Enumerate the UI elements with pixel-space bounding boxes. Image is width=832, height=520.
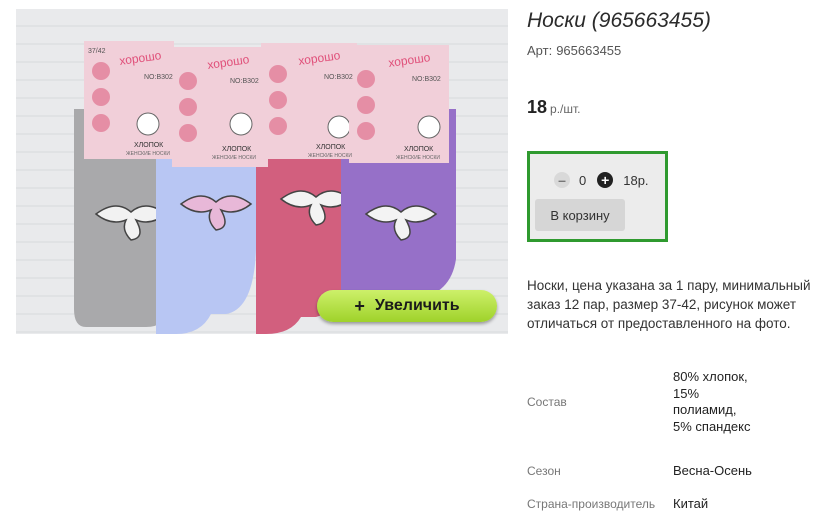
minus-icon[interactable]: – <box>554 172 570 188</box>
property-value: 80% хлопок, 15% полиамид, 5% спандекс <box>673 369 751 434</box>
property-value: Китай <box>673 495 709 511</box>
plus-icon[interactable]: + <box>597 172 614 188</box>
cart-box: – 0 + 18р. В корзину <box>527 151 668 242</box>
label-code-2: NO:B302 <box>230 78 259 85</box>
article-label: Арт: <box>527 43 553 58</box>
add-to-cart-button[interactable]: В корзину <box>535 199 625 231</box>
quantity-sum: 18р. <box>623 172 649 188</box>
property-row: Сезон Весна-Осень <box>527 452 753 490</box>
product-article: Арт: 965663455 <box>527 43 621 58</box>
product-title: Носки (965663455) <box>527 9 711 32</box>
zoom-button[interactable]: + Увеличить <box>317 290 497 322</box>
label-size-1: 37/42 <box>88 48 106 55</box>
label-fabric-2: ХЛОПОК <box>222 146 252 153</box>
property-key: Сезон <box>527 464 561 478</box>
label-code-3: NO:B302 <box>324 74 353 81</box>
label-fabric-4: ХЛОПОК <box>404 146 434 153</box>
quantity-value[interactable]: 0 <box>579 173 586 188</box>
property-key: Страна-производитель <box>527 497 656 511</box>
property-row: Страна-производитель Китай <box>527 490 753 518</box>
plus-icon: + <box>354 295 365 316</box>
product-price: 18 р./шт. <box>527 97 581 118</box>
properties-table: Состав 80% хлопок, 15% полиамид, 5% спан… <box>527 352 753 518</box>
label-code-1: NO:B302 <box>144 74 173 81</box>
price-value: 18 <box>527 97 548 117</box>
product-image[interactable]: хорошо хорошо хорошо хорошо 37/42 NO:B30… <box>16 9 508 334</box>
label-fabric-3: ХЛОПОК <box>316 144 346 151</box>
property-key: Состав <box>527 395 567 409</box>
label-sub-4: ЖЕНСКИЕ НОСКИ <box>396 155 440 161</box>
quantity-stepper: – 0 + 18р. <box>554 171 649 189</box>
label-sub-3: ЖЕНСКИЕ НОСКИ <box>308 153 352 159</box>
label-sub-2: ЖЕНСКИЕ НОСКИ <box>212 155 256 161</box>
article-value: 965663455 <box>556 43 622 58</box>
price-unit: р./шт. <box>550 102 581 116</box>
property-row: Состав 80% хлопок, 15% полиамид, 5% спан… <box>527 352 753 452</box>
property-value: Весна-Осень <box>673 462 752 478</box>
label-fabric-1: ХЛОПОК <box>134 142 164 149</box>
label-code-4: NO:B302 <box>412 76 441 83</box>
zoom-label: Увеличить <box>374 297 460 314</box>
socks-photo: хорошо хорошо хорошо хорошо 37/42 NO:B30… <box>16 9 508 334</box>
label-sub-1: ЖЕНСКИЕ НОСКИ <box>126 151 170 157</box>
product-description: Носки, цена указана за 1 пару, минимальн… <box>527 278 811 331</box>
